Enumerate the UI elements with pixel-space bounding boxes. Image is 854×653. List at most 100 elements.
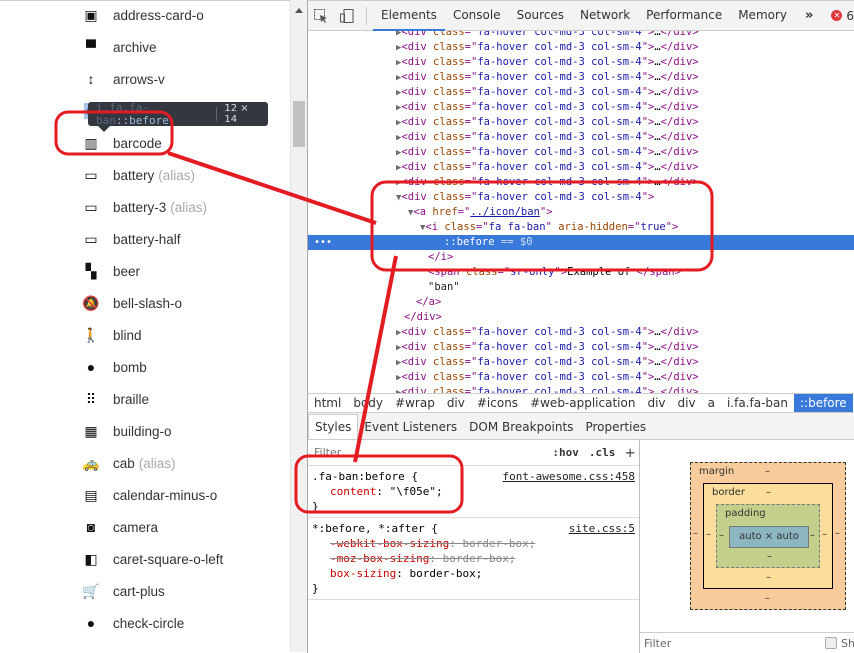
icon-list-item[interactable]: ▣ address-card-o [80,1,290,31]
dom-node-close-div[interactable]: </div> [308,310,854,325]
padding-right-value: – [810,530,815,541]
tab-sources[interactable]: Sources [509,1,572,30]
dom-node-anchor[interactable]: ▼<a href="../icon/ban"> [308,205,854,220]
subtab-styles[interactable]: Styles [308,414,359,439]
dom-node-collapsed[interactable]: ▶<div class="fa-hover col-md-3 col-sm-4"… [308,40,854,55]
dom-node-collapsed[interactable]: ▶<div class="fa-hover col-md-3 col-sm-4"… [308,370,854,385]
style-rules: .fa-ban:before {font-awesome.css:458 cont… [308,466,639,600]
breadcrumb-item[interactable]: div [672,394,702,412]
icon-list-item[interactable]: ◙ camera [80,511,290,543]
tooltip-selector: i.fa.fa-ban::before [96,101,169,127]
icon-list-item[interactable]: ▦ building-o [80,415,290,447]
icon-list-item[interactable]: 🚕 cab (alias) [80,447,290,479]
computed-filter-input[interactable]: Filter [644,637,671,650]
error-counter[interactable]: ✕ 6 [831,9,854,23]
property-name[interactable]: -moz-box-sizing [330,552,429,565]
dom-node-collapsed[interactable]: ▶<div class="fa-hover col-md-3 col-sm-4"… [308,325,854,340]
tab-performance[interactable]: Performance [638,1,730,30]
style-property[interactable]: -webkit-box-sizing: border-box; [312,536,635,551]
breadcrumb-item[interactable]: i.fa.fa-ban [721,394,794,412]
property-name[interactable]: box-sizing [330,567,396,580]
margin-bottom-value: – [765,593,770,604]
breadcrumb-item[interactable]: a [702,394,721,412]
icon-list-item[interactable]: 🛒 cart-plus [80,575,290,607]
breadcrumb-item[interactable]: div [441,394,471,412]
dom-node-pseudo-before[interactable]: ::before == $0 ••• [308,235,854,250]
hover-state-button[interactable]: :hov [552,446,579,459]
breadcrumb-item[interactable]: div [641,394,671,412]
dom-node-collapsed[interactable]: ▶<div class="fa-hover col-md-3 col-sm-4"… [308,385,854,393]
tab-elements[interactable]: Elements [373,1,445,31]
tab-network[interactable]: Network [572,1,638,30]
subtab-event-listeners[interactable]: Event Listeners [358,415,463,439]
dom-node-collapsed[interactable]: ▶<div class="fa-hover col-md-3 col-sm-4"… [308,115,854,130]
computed-filter-row: Filter Sh [640,632,854,653]
icon-list-item[interactable]: ▭ battery-3 (alias) [80,191,290,223]
dom-node-collapsed[interactable]: ▶<div class="fa-hover col-md-3 col-sm-4"… [308,355,854,370]
dom-node-expanded[interactable]: ▼<div class="fa-hover col-md-3 col-sm-4"… [308,190,854,205]
dom-node-collapsed[interactable]: ▶<div class="fa-hover col-md-3 col-sm-4"… [308,340,854,355]
styles-filter-input[interactable] [312,444,543,460]
rule-source-link[interactable]: font-awesome.css:458 [503,469,635,484]
dom-node-collapsed[interactable]: ▶<div class="fa-hover col-md-3 col-sm-4"… [308,100,854,115]
class-toggle-button[interactable]: .cls [589,446,616,459]
dom-node-span[interactable]: <span class="sr-only">Example of </span> [308,265,854,280]
breadcrumb-item[interactable]: #wrap [389,394,441,412]
show-all-checkbox[interactable] [825,637,838,649]
icon-list-item[interactable]: ▭ battery (alias) [80,159,290,191]
inspect-element-icon[interactable] [308,1,334,30]
style-property[interactable]: box-sizing: border-box; [312,566,635,581]
icon-list-item[interactable]: ● check-circle [80,607,290,639]
scroll-thumb[interactable] [293,101,305,147]
icon-name: braille [113,391,150,407]
property-value[interactable]: "\f05e"; [390,485,443,498]
icon-list-item[interactable]: ↕ arrows-v [80,63,290,95]
style-property[interactable]: -moz-box-sizing: border-box; [312,551,635,566]
dom-node-collapsed[interactable]: ▶<div class="fa-hover col-md-3 col-sm-4"… [308,175,854,190]
icon-list-item[interactable]: ▚ beer [80,255,290,287]
dom-node-collapsed[interactable]: ▶<div class="fa-hover col-md-3 col-sm-4"… [308,145,854,160]
dom-node-collapsed[interactable]: ▶<div class="fa-hover col-md-3 col-sm-4"… [308,160,854,175]
style-property[interactable]: content: "\f05e"; [312,484,635,499]
breadcrumb-item[interactable]: ::before [793,394,853,412]
dom-node-collapsed[interactable]: ▶<div class="fa-hover col-md-3 col-sm-4"… [308,130,854,145]
subtab-properties[interactable]: Properties [579,415,652,439]
icon-list-item[interactable]: ● bomb [80,351,290,383]
dom-node-collapsed[interactable]: ▶<div class="fa-hover col-md-3 col-sm-4"… [308,55,854,70]
breadcrumb-item[interactable]: body [347,394,389,412]
property-name[interactable]: -webkit-box-sizing [330,537,449,550]
dom-node-collapsed[interactable]: ▶<div class="fa-hover col-md-3 col-sm-4"… [308,31,854,40]
dom-node-close-a[interactable]: </a> [308,295,854,310]
icon-list-item[interactable]: ▤ calendar-minus-o [80,479,290,511]
breadcrumb-item[interactable]: #web-application [524,394,641,412]
dom-node-collapsed[interactable]: ▶<div class="fa-hover col-md-3 col-sm-4"… [308,85,854,100]
dom-node-icon[interactable]: ▼<i class="fa fa-ban" aria-hidden="true"… [308,220,854,235]
property-value[interactable]: border-box; [462,537,535,550]
property-value[interactable]: border-box; [443,552,516,565]
icon-list-item[interactable]: ◧ caret-square-o-left [80,543,290,575]
node-actions-icon[interactable]: ••• [314,235,332,250]
breadcrumb-item[interactable]: #icons [471,394,524,412]
icon-name: cart-plus [113,583,165,599]
dom-node-close-i[interactable]: </i> [308,250,854,265]
more-tabs-button[interactable]: » [795,8,823,23]
subtab-dom-breakpoints[interactable]: DOM Breakpoints [463,415,579,439]
icon-list-item[interactable]: 🔕 bell-slash-o [80,287,290,319]
icon-list-item[interactable]: ⠿ braille [80,383,290,415]
property-value[interactable]: border-box; [409,567,482,580]
tab-memory[interactable]: Memory [730,1,795,30]
breadcrumb-item[interactable]: html [308,394,347,412]
icon-list-item[interactable]: ▀ archive [80,31,290,63]
page-scrollbar[interactable] [290,0,307,652]
dom-node-text[interactable]: "ban" [308,280,854,295]
rule-source-link[interactable]: site.css:5 [569,521,635,536]
tab-console[interactable]: Console [445,1,509,30]
icon-list-item[interactable]: ▥ barcode [80,127,290,159]
property-name[interactable]: content [330,485,376,498]
new-style-rule-button[interactable]: + [625,443,635,462]
icon-list-item[interactable]: ▭ battery-half [80,223,290,255]
dom-node-collapsed[interactable]: ▶<div class="fa-hover col-md-3 col-sm-4"… [308,70,854,85]
scroll-up-arrow-icon[interactable] [295,8,303,13]
icon-list-item[interactable]: 🚶 blind [80,319,290,351]
device-toggle-icon[interactable] [334,1,360,30]
